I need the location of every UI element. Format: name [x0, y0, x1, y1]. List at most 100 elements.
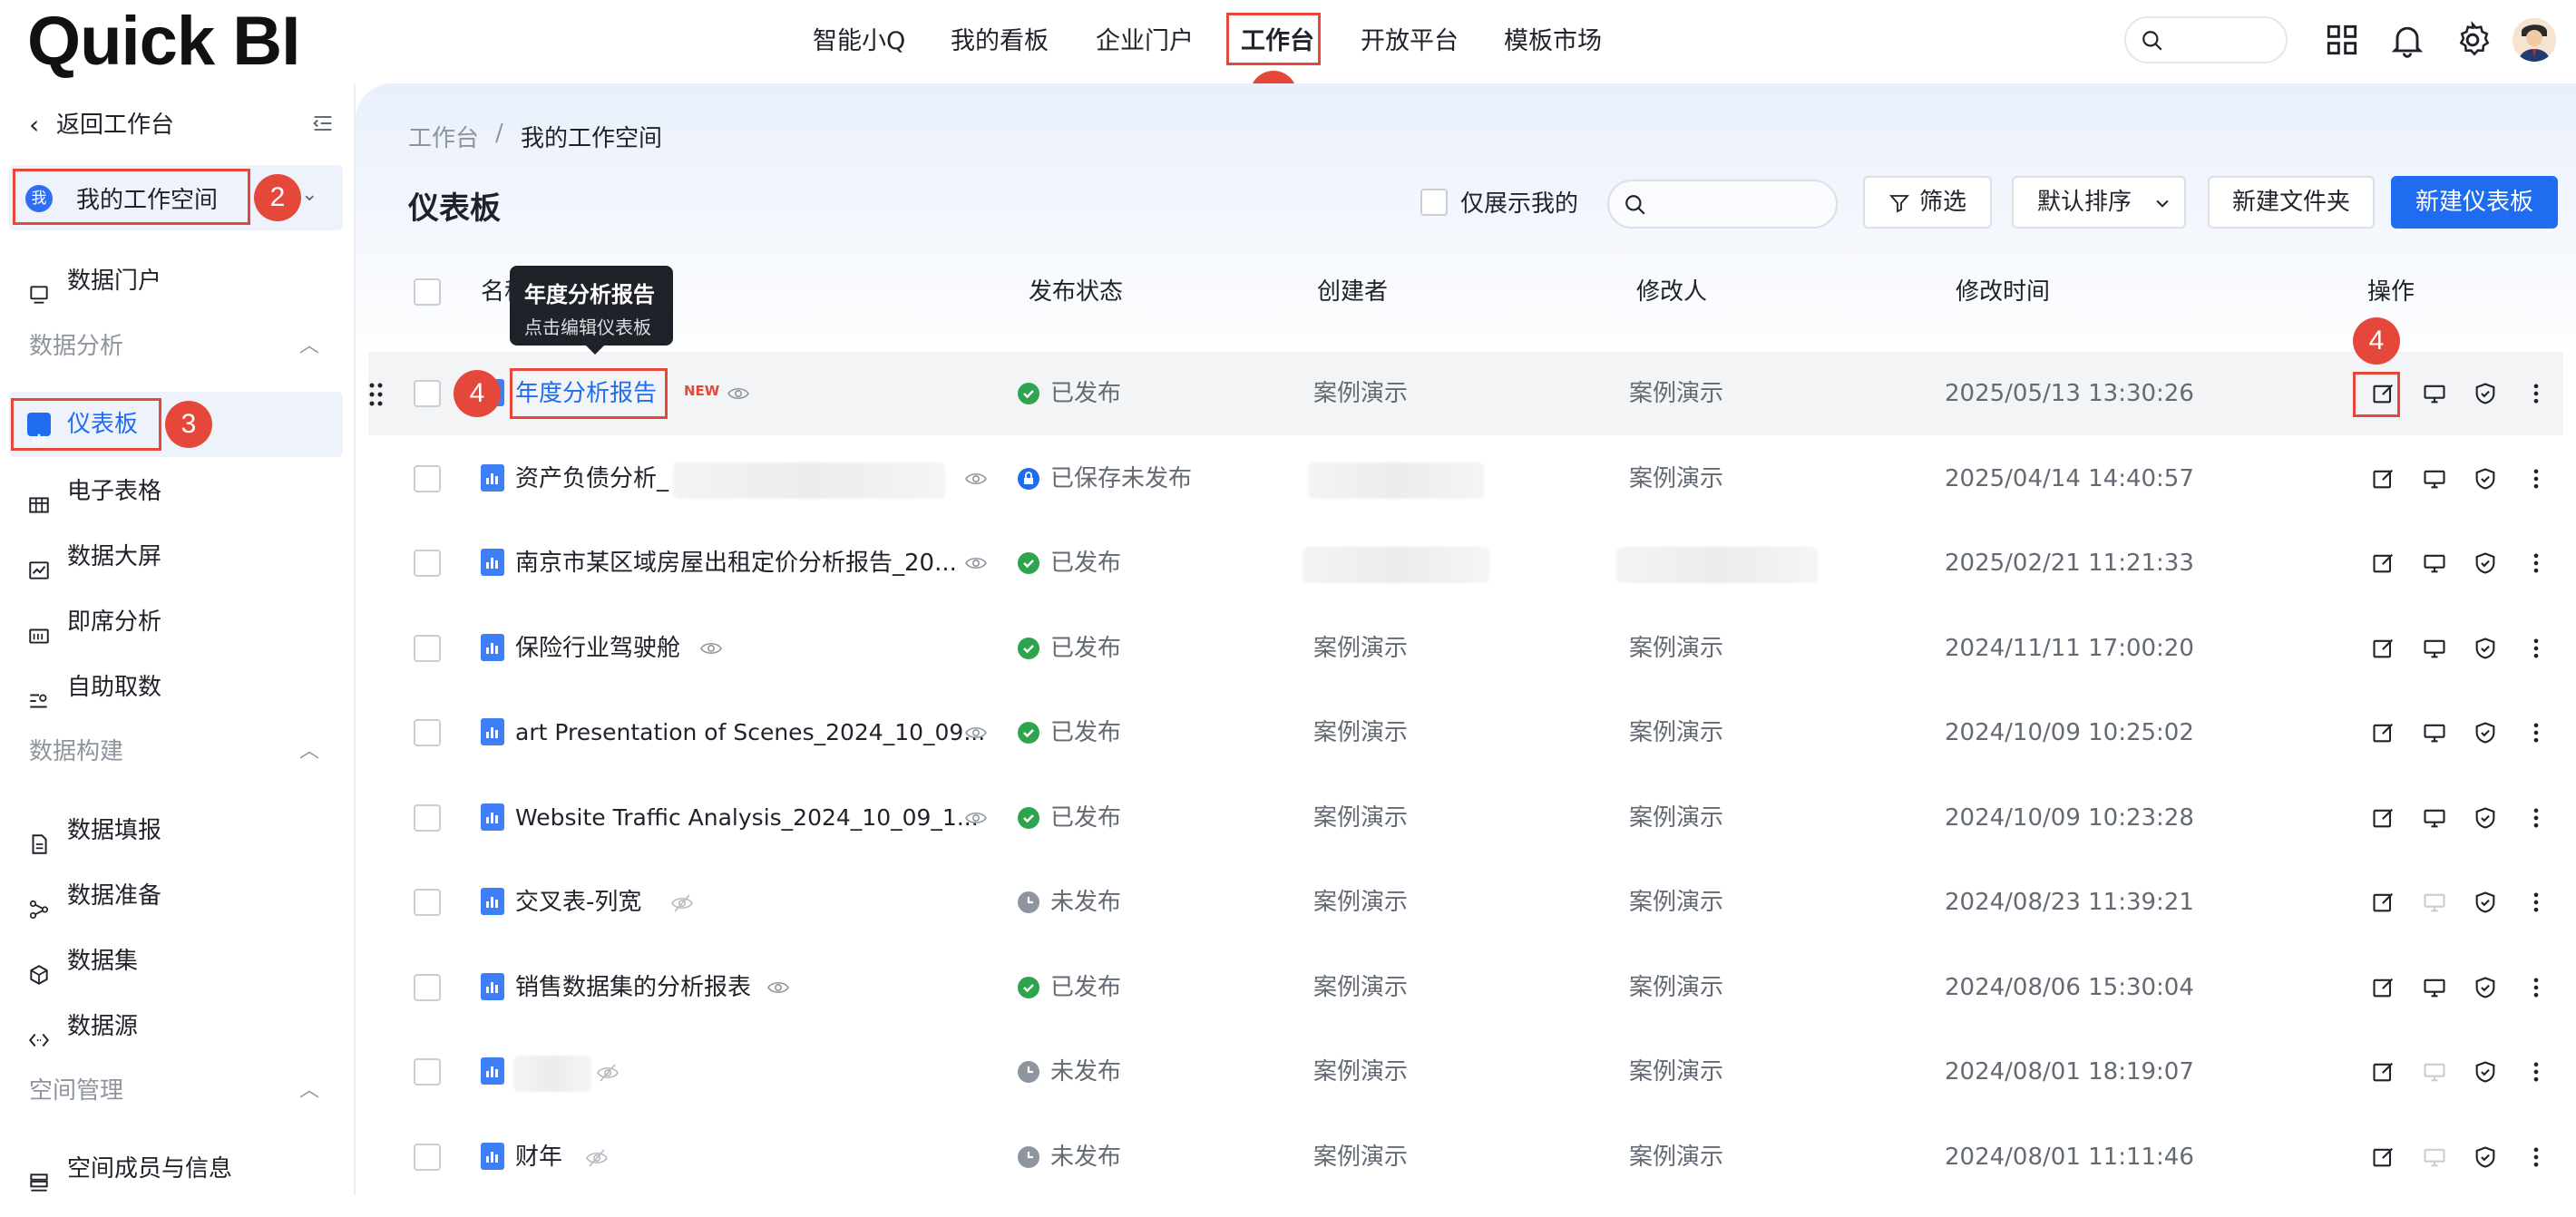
- row-checkbox[interactable]: [414, 550, 441, 577]
- row-name-link[interactable]: 保险行业驾驶舱: [515, 630, 680, 667]
- row-checkbox[interactable]: [414, 889, 441, 916]
- sidebar-item-data-prep[interactable]: 数据准备: [0, 866, 343, 926]
- sidebar-item-data-screen[interactable]: 数据大屏: [0, 527, 343, 587]
- sidebar-group-space-admin[interactable]: 空间管理 ︿: [29, 1068, 319, 1114]
- shield-icon[interactable]: [2473, 381, 2498, 406]
- eye-icon[interactable]: [727, 385, 749, 403]
- eye-icon[interactable]: [965, 554, 987, 572]
- only-mine-checkbox[interactable]: [1420, 189, 1448, 216]
- sidebar-item-space-members[interactable]: 空间成员与信息: [0, 1139, 343, 1199]
- edit-icon[interactable]: [2371, 805, 2396, 831]
- edit-icon[interactable]: [2371, 466, 2396, 492]
- column-header-modifier[interactable]: 修改人: [1636, 274, 1707, 310]
- sidebar-item-spreadsheet[interactable]: 电子表格: [0, 462, 343, 521]
- top-search-input[interactable]: [2124, 16, 2288, 63]
- app-logo[interactable]: Quick BI: [27, 5, 300, 78]
- sidebar-item-adhoc-analysis[interactable]: 即席分析: [0, 592, 343, 652]
- row-checkbox[interactable]: [414, 1058, 441, 1086]
- sidebar-item-data-entry[interactable]: 数据填报: [0, 801, 343, 861]
- row-checkbox[interactable]: [414, 380, 441, 407]
- eye-off-icon[interactable]: [597, 1063, 619, 1083]
- search-input[interactable]: [1607, 180, 1838, 229]
- row-name-link[interactable]: 交叉表-列宽: [515, 884, 641, 920]
- table-row[interactable]: 保险行业驾驶舱 已发布 案例演示 案例演示 2024/11/11 17:00:2…: [368, 607, 2563, 690]
- shield-icon[interactable]: [2473, 805, 2498, 831]
- shield-icon[interactable]: [2473, 975, 2498, 1000]
- sidebar-group-data-build[interactable]: 数据构建 ︿: [29, 729, 319, 774]
- shield-icon[interactable]: [2473, 550, 2498, 576]
- more-icon[interactable]: [2523, 1144, 2549, 1170]
- nav-item-portal[interactable]: 企业门户: [1096, 24, 1194, 60]
- shield-icon[interactable]: [2473, 1059, 2498, 1085]
- bell-icon[interactable]: [2387, 20, 2427, 60]
- gear-icon[interactable]: [2453, 20, 2493, 60]
- apps-grid-icon[interactable]: [2322, 20, 2362, 60]
- more-icon[interactable]: [2523, 636, 2549, 661]
- eye-icon[interactable]: [700, 639, 722, 657]
- present-icon[interactable]: [2422, 720, 2447, 745]
- edit-icon[interactable]: [2371, 890, 2396, 915]
- row-checkbox[interactable]: [414, 804, 441, 832]
- table-row[interactable]: 资产负债分析_ 已保存未发布 案例演示 2025/04/14 14:40:57: [368, 437, 2563, 521]
- back-to-workbench-link[interactable]: ‹ 返回工作台: [0, 95, 343, 155]
- row-name-link[interactable]: 销售数据集的分析报表: [515, 969, 751, 1006]
- sort-dropdown[interactable]: 默认排序: [2012, 176, 2186, 229]
- shield-icon[interactable]: [2473, 890, 2498, 915]
- nav-item-template-market[interactable]: 模板市场: [1504, 24, 1602, 60]
- shield-icon[interactable]: [2473, 466, 2498, 492]
- edit-icon[interactable]: [2371, 720, 2396, 745]
- present-icon[interactable]: [2422, 636, 2447, 661]
- row-checkbox[interactable]: [414, 974, 441, 1001]
- eye-icon[interactable]: [965, 809, 987, 827]
- present-icon[interactable]: [2422, 466, 2447, 492]
- eye-icon[interactable]: [965, 470, 987, 488]
- row-checkbox[interactable]: [414, 719, 441, 746]
- shield-icon[interactable]: [2473, 636, 2498, 661]
- eye-off-icon[interactable]: [586, 1148, 608, 1168]
- table-row[interactable]: Website Traffic Analysis_2024_10_09_1...…: [368, 776, 2563, 860]
- more-icon[interactable]: [2523, 466, 2549, 492]
- more-icon[interactable]: [2523, 550, 2549, 576]
- select-all-checkbox[interactable]: [414, 278, 441, 306]
- nav-item-my-board[interactable]: 我的看板: [951, 24, 1049, 60]
- present-icon[interactable]: [2422, 550, 2447, 576]
- present-icon[interactable]: [2422, 975, 2447, 1000]
- row-checkbox[interactable]: [414, 635, 441, 662]
- edit-icon[interactable]: [2371, 636, 2396, 661]
- eye-off-icon[interactable]: [671, 893, 693, 913]
- present-icon[interactable]: [2422, 381, 2447, 406]
- column-header-modified-time[interactable]: 修改时间: [1956, 274, 2050, 310]
- collapse-sidebar-icon[interactable]: [310, 111, 336, 136]
- table-row[interactable]: 交叉表-列宽 未发布 案例演示 案例演示 2024/08/23 11:39:21: [368, 861, 2563, 944]
- more-icon[interactable]: [2523, 975, 2549, 1000]
- column-header-creator[interactable]: 创建者: [1317, 274, 1388, 310]
- row-name-link[interactable]: 资产负债分析_: [515, 461, 668, 497]
- user-avatar[interactable]: [2513, 18, 2556, 62]
- sidebar-group-data-analysis[interactable]: 数据分析 ︿: [29, 324, 319, 369]
- eye-icon[interactable]: [767, 978, 789, 997]
- table-row[interactable]: 销售数据集的分析报表 已发布 案例演示 案例演示 2024/08/06 15:3…: [368, 946, 2563, 1029]
- nav-item-open-platform[interactable]: 开放平台: [1361, 24, 1459, 60]
- table-row[interactable]: 财年 未发布 案例演示 案例演示 2024/08/01 11:11:46: [368, 1115, 2563, 1195]
- column-header-status[interactable]: 发布状态: [1029, 274, 1123, 310]
- row-checkbox[interactable]: [414, 465, 441, 492]
- edit-icon[interactable]: [2371, 975, 2396, 1000]
- nav-item-smart-q[interactable]: 智能小Q: [813, 24, 905, 60]
- table-row[interactable]: 未发布 案例演示 案例演示 2024/08/01 18:19:07: [368, 1030, 2563, 1114]
- more-icon[interactable]: [2523, 381, 2549, 406]
- sidebar-item-data-portal[interactable]: 数据门户: [0, 251, 343, 311]
- filter-button[interactable]: 筛选: [1863, 176, 1992, 229]
- breadcrumb-root[interactable]: 工作台: [408, 120, 479, 153]
- more-icon[interactable]: [2523, 720, 2549, 745]
- row-checkbox[interactable]: [414, 1144, 441, 1171]
- row-name-link[interactable]: art Presentation of Scenes_2024_10_09...: [515, 715, 985, 751]
- sidebar-item-datasource[interactable]: 数据源: [0, 997, 343, 1056]
- shield-icon[interactable]: [2473, 1144, 2498, 1170]
- table-row[interactable]: 年度分析报告 NEW 已发布 案例演示 案例演示 2025/05/13 13:3…: [368, 352, 2563, 435]
- row-name-link[interactable]: 南京市某区域房屋出租定价分析报告_20...: [515, 545, 957, 581]
- more-icon[interactable]: [2523, 890, 2549, 915]
- edit-icon[interactable]: [2371, 1144, 2396, 1170]
- row-name-link[interactable]: 财年: [515, 1139, 562, 1175]
- sidebar-item-dataset[interactable]: 数据集: [0, 931, 343, 991]
- new-folder-button[interactable]: 新建文件夹: [2208, 176, 2375, 229]
